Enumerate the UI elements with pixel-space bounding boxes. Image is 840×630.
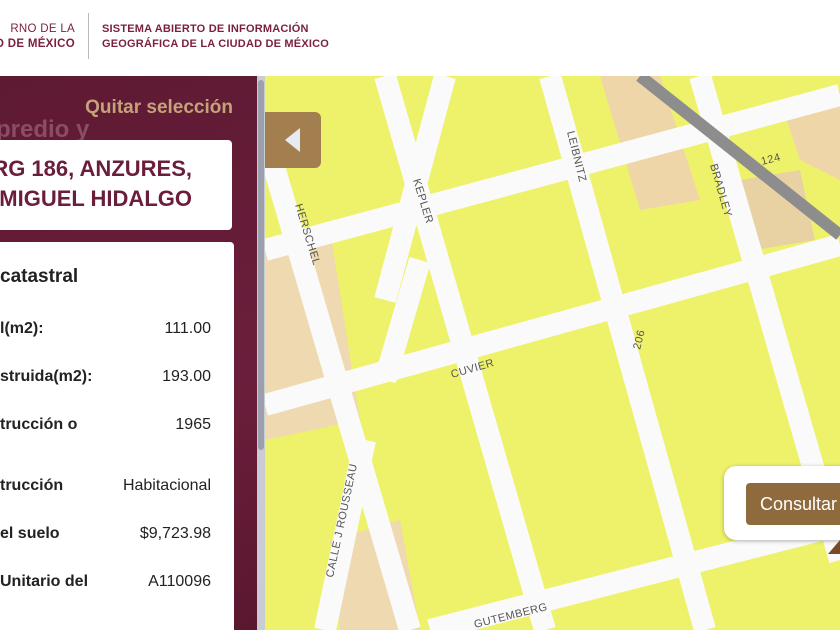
government-logo-text: RNO DE LA D DE MÉXICO <box>0 22 75 52</box>
row-label: el suelo <box>0 525 60 542</box>
card-title: catastral <box>0 266 79 287</box>
cadastral-card: catastral l(m2): 111.00 struida(m2): 193.0… <box>0 242 234 630</box>
info-panel: predio y Quitar selección RG 186, ANZURE… <box>0 76 257 630</box>
system-line-2: GEOGRÁFICA DE LA CIUDAD DE MÉXICO <box>102 38 330 50</box>
map-popup: Consultar <box>724 466 840 540</box>
header: RNO DE LA D DE MÉXICO SISTEMA ABIERTO DE… <box>0 0 840 76</box>
map-marker-icon[interactable] <box>828 540 840 554</box>
address-line-2: MIGUEL HIDALGO <box>0 186 192 211</box>
address-line-1: RG 186, ANZURES, <box>0 156 192 181</box>
system-line-1: SISTEMA ABIERTO DE INFORMACIÓN <box>102 23 309 35</box>
gov-line-2: D DE MÉXICO <box>0 38 75 50</box>
consultar-button[interactable]: Consultar <box>746 483 840 525</box>
triangle-left-icon <box>285 128 300 152</box>
map-view[interactable]: HERSCHEL KEPLER LEIBNITZ BRADLEY CUVIER … <box>265 76 840 630</box>
row-label: trucción o <box>0 416 78 433</box>
gov-line-1: RNO DE LA <box>10 23 75 35</box>
row-label: trucción <box>0 477 64 494</box>
clear-selection-link[interactable]: Quitar selección <box>85 97 233 119</box>
row-value: 193.00 <box>162 368 211 385</box>
row-value: $9,723.98 <box>139 525 211 542</box>
row-value: 1965 <box>175 416 211 433</box>
system-title: SISTEMA ABIERTO DE INFORMACIÓN GEOGRÁFIC… <box>102 22 329 52</box>
scrollbar-thumb[interactable] <box>258 80 264 450</box>
row-label: struida(m2): <box>0 368 93 385</box>
map-canvas[interactable]: HERSCHEL KEPLER LEIBNITZ BRADLEY CUVIER … <box>265 76 840 630</box>
collapse-panel-button[interactable] <box>265 112 321 168</box>
address-card: RG 186, ANZURES, MIGUEL HIDALGO <box>0 140 232 230</box>
row-value: 111.00 <box>164 320 211 337</box>
header-divider <box>88 13 89 59</box>
row-label: Unitario del <box>0 573 89 590</box>
row-label: l(m2): <box>0 320 44 337</box>
row-value: A110096 <box>148 573 211 590</box>
row-value: Habitacional <box>122 477 211 494</box>
